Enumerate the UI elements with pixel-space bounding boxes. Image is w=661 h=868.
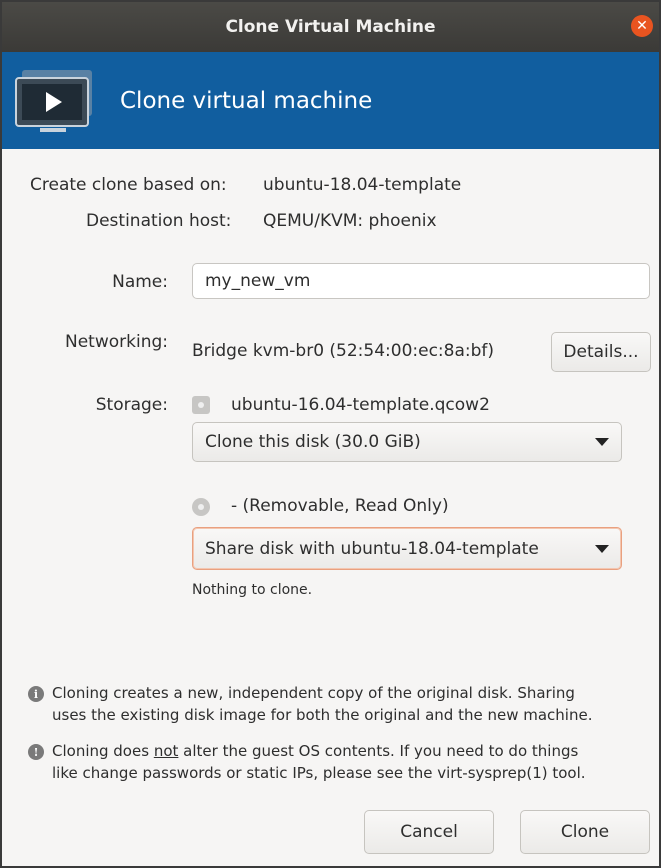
disk1-name: ubuntu-16.04-template.qcow2 — [231, 395, 490, 415]
close-icon[interactable]: ✕ — [631, 15, 653, 37]
disk2-action-select[interactable]: Share disk with ubuntu-18.04-template — [192, 527, 622, 570]
disk2-name: - (Removable, Read Only) — [231, 496, 449, 516]
clone-based-value: ubuntu-18.04-template — [263, 175, 462, 195]
warning-text-not: not — [153, 742, 179, 760]
destination-host-value: QEMU/KVM: phoenix — [263, 211, 437, 231]
header-banner: Clone virtual machine — [2, 52, 659, 149]
info-icon: i — [28, 686, 44, 702]
clone-button[interactable]: Clone — [520, 810, 650, 854]
banner-title: Clone virtual machine — [120, 87, 373, 114]
disk1-action-select[interactable]: Clone this disk (30.0 GiB) — [192, 422, 622, 462]
warning-line2: like change passwords or static IPs, ple… — [52, 764, 586, 782]
disk2-note: Nothing to clone. — [192, 582, 313, 598]
name-label: Name: — [112, 272, 168, 292]
cdrom-icon — [192, 498, 210, 516]
clone-info-line1: Cloning creates a new, independent copy … — [52, 684, 575, 702]
window-title: Clone Virtual Machine — [225, 17, 436, 37]
chevron-down-icon — [595, 545, 609, 553]
clone-info-line2: uses the existing disk image for both th… — [52, 706, 593, 724]
clone-based-label: Create clone based on: — [30, 175, 227, 195]
clone-info-note: Cloning creates a new, independent copy … — [52, 682, 592, 726]
vm-monitor-icon — [15, 69, 92, 132]
clone-warning-note: Cloning does not alter the guest OS cont… — [52, 740, 586, 784]
name-input[interactable]: my_new_vm — [192, 263, 650, 299]
cancel-button[interactable]: Cancel — [364, 810, 494, 854]
clone-vm-dialog: Clone Virtual Machine ✕ Clone virtual ma… — [0, 0, 661, 868]
disk1-action-value: Clone this disk (30.0 GiB) — [205, 432, 421, 452]
disk-icon — [192, 396, 210, 414]
networking-label: Networking: — [65, 332, 168, 352]
title-bar[interactable]: Clone Virtual Machine ✕ — [2, 2, 659, 52]
networking-value: Bridge kvm-br0 (52:54:00:ec:8a:bf) — [192, 341, 495, 361]
details-button[interactable]: Details... — [551, 332, 651, 372]
disk2-action-value: Share disk with ubuntu-18.04-template — [205, 538, 539, 559]
warning-icon: ! — [28, 744, 44, 760]
chevron-down-icon — [595, 438, 609, 446]
warning-text-pre: Cloning does — [52, 742, 154, 760]
destination-host-label: Destination host: — [86, 211, 232, 231]
warning-text-post: alter the guest OS contents. If you need… — [178, 742, 579, 760]
storage-label: Storage: — [95, 395, 168, 415]
